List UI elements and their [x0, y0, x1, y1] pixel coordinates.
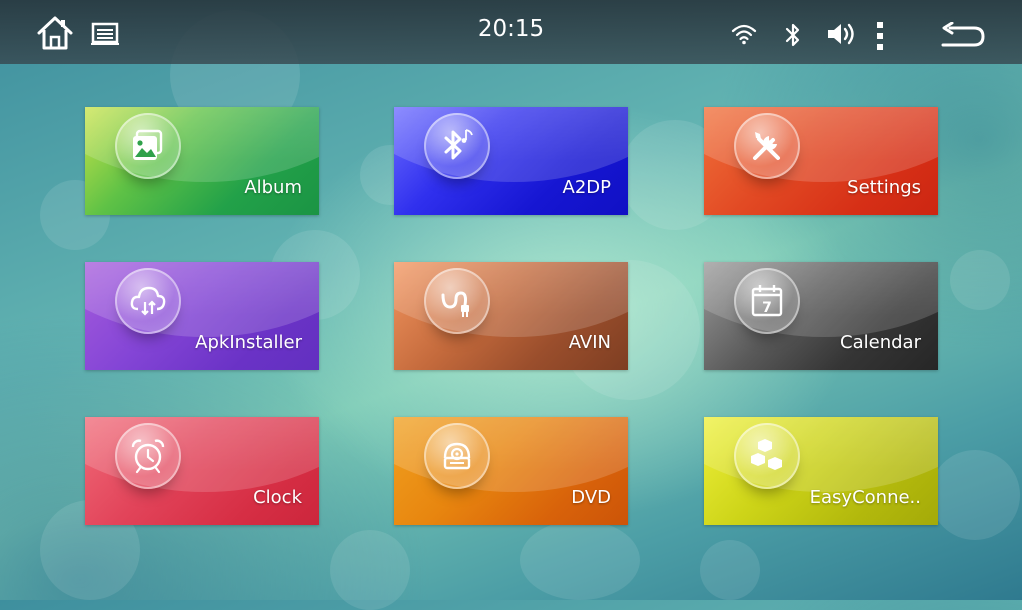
app-label: DVD: [571, 487, 611, 508]
app-tile-settings[interactable]: Settings: [704, 107, 938, 215]
app-tile-album[interactable]: Album: [85, 107, 319, 215]
settings-tools-icon: [734, 113, 800, 179]
app-tile-apkinstaller[interactable]: ApkInstaller: [85, 262, 319, 370]
dvd-icon: [424, 423, 490, 489]
calendar-icon: 7: [734, 268, 800, 334]
bluetooth-music-icon: [424, 113, 490, 179]
app-tile-easyconnect[interactable]: EasyConne..: [704, 417, 938, 525]
app-label: AVIN: [568, 332, 611, 353]
app-label: EasyConne..: [809, 487, 921, 508]
app-label: Calendar: [840, 332, 921, 353]
more-vert-icon[interactable]: [874, 20, 886, 52]
cloud-install-icon: [115, 268, 181, 334]
back-icon[interactable]: [940, 22, 986, 50]
app-label: Clock: [253, 487, 302, 508]
plug-cable-icon: [424, 268, 490, 334]
alarm-clock-icon: [115, 423, 181, 489]
volume-icon[interactable]: [826, 21, 858, 47]
bluetooth-icon[interactable]: [783, 22, 803, 48]
cubes-icon: [734, 423, 800, 489]
status-time: 20:15: [477, 16, 545, 42]
app-tile-a2dp[interactable]: A2DP: [394, 107, 628, 215]
calendar-day: 7: [762, 300, 772, 316]
app-tile-clock[interactable]: Clock: [85, 417, 319, 525]
app-label: Album: [244, 177, 302, 198]
album-icon: [115, 113, 181, 179]
status-bar: 20:15: [0, 0, 1022, 64]
app-tile-dvd[interactable]: DVD: [394, 417, 628, 525]
app-tile-calendar[interactable]: 7 Calendar: [704, 262, 938, 370]
app-label: A2DP: [562, 177, 611, 198]
app-label: Settings: [847, 177, 921, 198]
app-tile-avin[interactable]: AVIN: [394, 262, 628, 370]
app-label: ApkInstaller: [195, 332, 302, 353]
wifi-icon[interactable]: [731, 23, 757, 45]
